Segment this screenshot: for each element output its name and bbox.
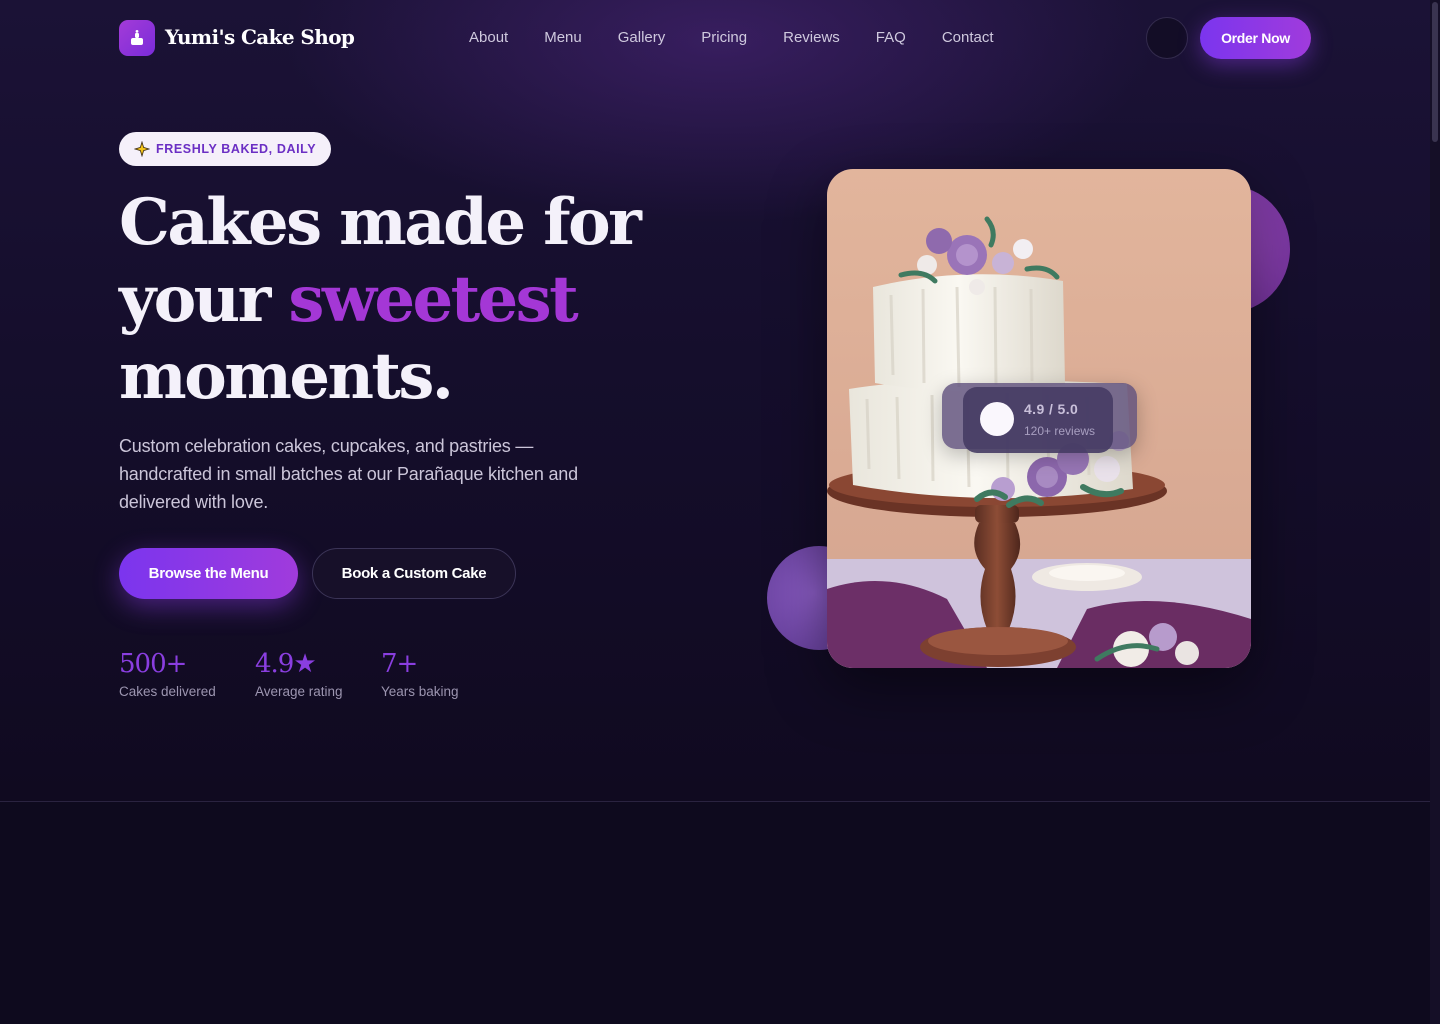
stat-value: 500+	[119, 649, 187, 679]
nav-link-reviews[interactable]: Reviews	[783, 29, 840, 46]
rating-count: 120+ reviews	[1024, 424, 1096, 438]
stat-value: 4.9★	[255, 649, 317, 679]
stat-label: Years baking	[381, 684, 459, 699]
browse-menu-button[interactable]: Browse the Menu	[119, 548, 298, 599]
theme-toggle-button[interactable]	[1146, 17, 1188, 59]
headline-part2: moments.	[119, 339, 454, 414]
sparkle-icon	[134, 141, 150, 157]
rating-avatar	[980, 402, 1014, 436]
logo[interactable]	[119, 20, 155, 56]
freshly-baked-badge: FRESHLY BAKED, DAILY	[119, 132, 332, 166]
nav-link-menu[interactable]: Menu	[544, 29, 582, 46]
next-section	[0, 802, 1430, 1024]
scrollbar-thumb[interactable]	[1432, 2, 1438, 142]
main-nav: About Menu Gallery Pricing Reviews FAQ C…	[469, 29, 994, 46]
brand-name[interactable]: Yumi's Cake Shop	[165, 25, 355, 49]
stat-years: 7+ Years baking	[381, 648, 459, 699]
nav-link-contact[interactable]: Contact	[942, 29, 994, 46]
headline-accent: sweetest	[288, 262, 578, 337]
nav-link-pricing[interactable]: Pricing	[701, 29, 747, 46]
book-custom-cake-button[interactable]: Book a Custom Cake	[312, 548, 516, 599]
nav-link-faq[interactable]: FAQ	[876, 29, 906, 46]
cake-icon	[131, 30, 143, 45]
hero-headline: Cakes made for your sweetest moments.	[119, 184, 739, 415]
nav-link-about[interactable]: About	[469, 29, 508, 46]
order-now-button[interactable]: Order Now	[1200, 17, 1311, 59]
stat-cakes: 500+ Cakes delivered	[119, 648, 216, 699]
stat-value: 7+	[381, 649, 418, 679]
nav-link-gallery[interactable]: Gallery	[618, 29, 666, 46]
hero-subtitle: Custom celebration cakes, cupcakes, and …	[119, 436, 578, 512]
stat-label: Cakes delivered	[119, 684, 216, 699]
stat-label: Average rating	[255, 684, 343, 699]
scrollbar[interactable]	[1430, 0, 1440, 1024]
badge-label: FRESHLY BAKED, DAILY	[156, 142, 317, 156]
stat-rating: 4.9★ Average rating	[255, 648, 343, 699]
rating-score: 4.9 / 5.0	[1024, 401, 1079, 417]
